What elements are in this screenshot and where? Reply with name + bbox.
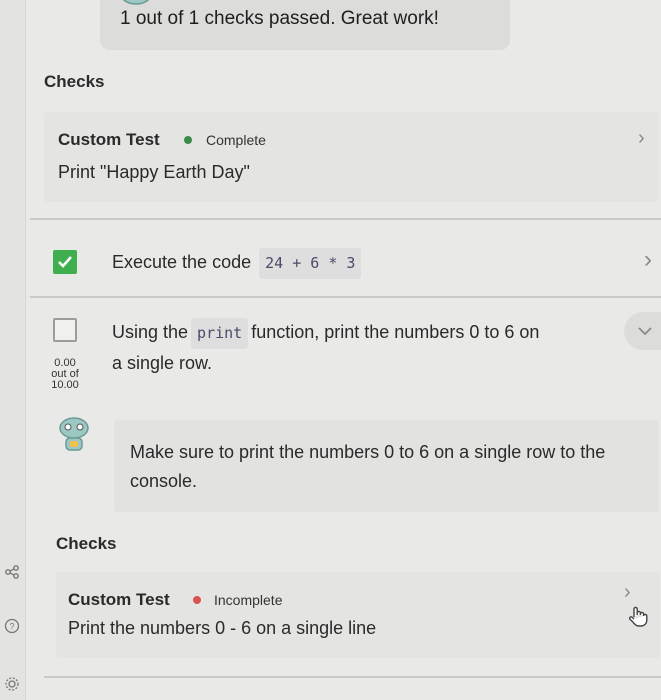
score-total: 10.00 [51, 379, 79, 391]
chevron-right-icon[interactable]: › [638, 128, 645, 148]
hint-message: Make sure to print the numbers 0 to 6 on… [114, 420, 659, 512]
step-2-text-before: Using the [112, 322, 189, 342]
help-icon[interactable]: ? [2, 616, 22, 636]
code-snippet: 24 + 6 * 3 [259, 248, 362, 279]
step-1-label: Execute the code [112, 252, 252, 272]
custom-test-card-incomplete[interactable]: Custom Test Incomplete Print the numbers… [56, 572, 660, 658]
status-dot [184, 136, 192, 144]
robot-helper-icon [54, 416, 94, 452]
status-dot [193, 596, 201, 604]
step-2-text-after: function, print the numbers 0 to 6 on [251, 322, 540, 342]
step-1-text: Execute the code 24 + 6 * 3 [112, 248, 364, 279]
custom-test-description: Print "Happy Earth Day" [58, 162, 250, 182]
share-icon[interactable] [2, 562, 22, 582]
status-badge: Incomplete [214, 592, 283, 608]
main-panel: 1 out of 1 checks passed. Great work! Ch… [26, 0, 661, 700]
custom-test-title: Custom Test [58, 130, 160, 149]
checkmark-icon [58, 256, 72, 268]
divider [44, 676, 661, 678]
checks-heading: Checks [56, 534, 117, 553]
hand-pointer-icon [626, 604, 650, 633]
settings-icon[interactable] [2, 674, 22, 694]
banner-text: 1 out of 1 checks passed. Great work! [120, 8, 439, 29]
step-checkbox-checked[interactable] [53, 250, 77, 274]
custom-test-description: Print the numbers 0 - 6 on a single line [68, 618, 377, 638]
result-banner: 1 out of 1 checks passed. Great work! [100, 0, 510, 50]
step-checkbox-unchecked[interactable] [53, 318, 77, 342]
chevron-down-icon [638, 327, 652, 336]
custom-test-card-complete[interactable]: Custom Test Complete Print "Happy Earth … [44, 112, 659, 202]
step-2-text-line2: a single row. [112, 353, 213, 373]
svg-text:?: ? [9, 622, 14, 632]
custom-test-title: Custom Test [68, 590, 170, 609]
checks-heading: Checks [44, 72, 105, 91]
status-badge: Complete [206, 132, 266, 148]
code-snippet: print [191, 318, 249, 349]
chevron-right-icon[interactable]: › [644, 248, 652, 272]
hint-text: Make sure to print the numbers 0 to 6 on… [130, 442, 606, 491]
collapse-button[interactable] [624, 312, 661, 350]
chevron-right-icon[interactable]: › [624, 582, 631, 602]
step-2-text: Using the print function, print the number… [112, 318, 622, 378]
step-score: 0.00 out of 10.00 [46, 358, 84, 391]
left-sidebar: ? [0, 0, 26, 700]
divider [30, 218, 661, 220]
divider [30, 296, 661, 298]
